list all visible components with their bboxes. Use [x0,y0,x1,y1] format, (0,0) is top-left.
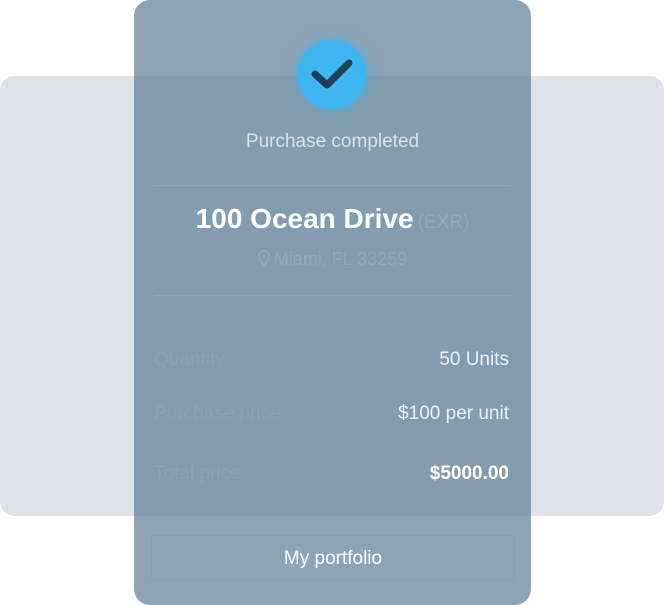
quantity-value: 50 Units [439,349,509,370]
purchase-confirmation-card: Purchase completed 100 Ocean Drive (EXR) … [134,0,531,605]
purchase-price-value: $100 per unit [398,403,509,424]
property-title: 100 Ocean Drive (EXR) [134,203,531,235]
purchase-price-label: Purchase price [154,403,281,424]
property-name: 100 Ocean Drive [195,203,414,234]
screen: Purchase completed 100 Ocean Drive (EXR) … [0,0,664,605]
quantity-label: Quantity [154,349,225,370]
checkmark-icon [311,59,353,89]
total-price-value: $5000.00 [429,463,509,484]
success-badge [297,39,367,109]
property-ticker: (EXR) [417,212,470,233]
my-portfolio-button[interactable]: My portfolio [151,535,515,581]
divider [154,185,511,186]
location-text: Miami, FL 33259 [273,249,408,269]
status-text: Purchase completed [245,131,420,152]
total-price-label: Total price [154,463,241,484]
map-pin-icon [257,250,270,267]
property-location: Miami, FL 33259 [134,249,531,270]
divider [154,295,511,296]
